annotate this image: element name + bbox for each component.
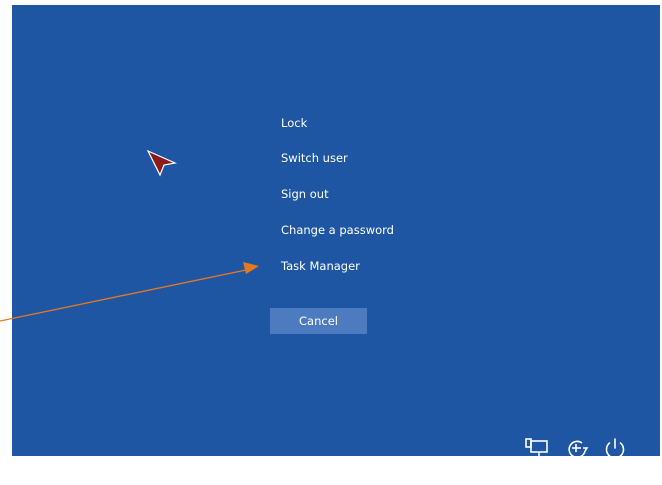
menu-item-sign-out[interactable]: Sign out — [281, 187, 329, 201]
menu-item-switch-user[interactable]: Switch user — [281, 151, 348, 165]
menu-item-task-manager[interactable]: Task Manager — [281, 259, 360, 273]
ease-of-access-icon[interactable] — [564, 436, 590, 462]
security-options-screen: Lock Switch user Sign out Change a passw… — [12, 5, 660, 456]
menu-item-lock[interactable]: Lock — [281, 116, 307, 130]
network-icon[interactable] — [524, 436, 550, 462]
menu-item-change-password[interactable]: Change a password — [281, 223, 394, 237]
power-icon[interactable] — [602, 436, 628, 462]
cancel-button[interactable]: Cancel — [270, 308, 367, 334]
